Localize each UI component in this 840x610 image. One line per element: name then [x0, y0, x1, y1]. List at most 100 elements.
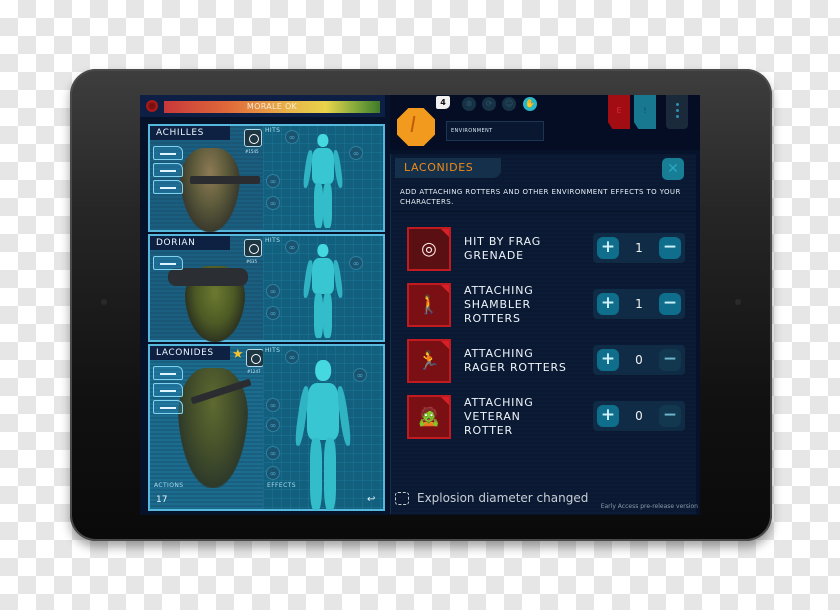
decrement-button[interactable]: −: [659, 293, 681, 315]
actions-label: ACTIONS: [154, 482, 184, 489]
hit-body-diagram: HITS: [263, 126, 383, 230]
effect-slot-icon[interactable]: [266, 196, 280, 210]
increment-button[interactable]: +: [597, 405, 619, 427]
soldier-art: [180, 148, 240, 232]
effect-row-rager-rotters: 🏃 ATTACHING RAGER ROTTERS + 0 −: [391, 337, 697, 385]
effect-label-line: HIT BY FRAG: [464, 235, 542, 248]
decrement-button[interactable]: −: [659, 237, 681, 259]
undo-icon[interactable]: ↩: [367, 495, 377, 505]
perk-heal-icon[interactable]: [244, 239, 262, 257]
hit-slot-icon[interactable]: [285, 240, 299, 254]
hits-label: HITS: [265, 237, 281, 244]
weapon-slot-sniper-rifle[interactable]: [153, 400, 183, 414]
leader-star-icon: ★: [232, 347, 244, 362]
effect-stepper: + 0 −: [593, 345, 685, 375]
end-turn-button[interactable]: [397, 108, 435, 146]
morale-bar: MORALE OK: [164, 101, 380, 113]
increment-button[interactable]: +: [597, 293, 619, 315]
more-menu-button[interactable]: [666, 95, 688, 129]
hit-body-diagram: HITS: [263, 236, 383, 340]
character-portrait: DORIAN #635: [150, 236, 263, 342]
character-card-achilles[interactable]: ACHILLES #1545 HITS: [148, 124, 385, 232]
menu-dot: [676, 115, 679, 118]
hits-label: HITS: [265, 347, 281, 354]
weapon-slot-pistol[interactable]: [153, 383, 183, 397]
perk-id: #1247: [247, 369, 261, 374]
weapon-slot-assault-rifle[interactable]: [153, 163, 183, 177]
effect-slot-icon[interactable]: [266, 418, 280, 432]
shambler-rotter-icon: 🚶: [407, 283, 451, 327]
hand-icon[interactable]: ✋: [523, 97, 537, 111]
weapon-slot-sniper-rifle[interactable]: [153, 180, 183, 194]
rager-rotter-icon: 🏃: [407, 339, 451, 383]
toast-text: Explosion diameter changed: [417, 491, 589, 505]
launcher-art: [168, 268, 248, 286]
character-card-dorian[interactable]: DORIAN #635 HITS: [148, 234, 385, 342]
flag-e-button[interactable]: E: [608, 95, 630, 129]
effects-label: EFFECTS: [267, 482, 296, 489]
effect-label: ATTACHING VETERAN ROTTER: [464, 396, 534, 438]
panel-title: LACONIDES: [395, 158, 501, 178]
perk-id: #1545: [245, 149, 259, 154]
close-button[interactable]: ✕: [662, 158, 684, 180]
action-points-badge: 4: [436, 96, 450, 109]
version-label: Early Access pre-release version: [600, 503, 698, 510]
body-figure: [294, 360, 352, 510]
weapon-slot-pistol[interactable]: [153, 146, 183, 160]
effect-count: 0: [635, 409, 643, 423]
character-name: ACHILLES: [150, 126, 230, 140]
perk-target-icon[interactable]: [244, 129, 262, 147]
weapon-slot-assault-rifle[interactable]: [153, 366, 183, 380]
character-portrait: ACHILLES #1545: [150, 126, 263, 232]
explosion-icon: [395, 492, 409, 505]
effect-label: ATTACHING RAGER ROTTERS: [464, 347, 567, 375]
character-icon[interactable]: ☺: [502, 97, 516, 111]
effect-label-line: GRENADE: [464, 249, 524, 262]
divider: [391, 211, 696, 212]
hit-slot-icon[interactable]: [353, 368, 367, 382]
perk-brain-icon[interactable]: [246, 349, 264, 367]
body-figure: [302, 134, 344, 228]
effect-slot-icon[interactable]: [266, 466, 280, 480]
effect-label-line: ROTTERS: [464, 312, 521, 325]
hit-slot-icon[interactable]: [349, 256, 363, 270]
effect-label-line: ATTACHING: [464, 347, 534, 360]
menu-dot: [676, 109, 679, 112]
effect-stepper: + 1 −: [593, 233, 685, 263]
rifle-art: [190, 176, 260, 184]
character-card-laconides[interactable]: LACONIDES ★ #1247 ACTIONS 17 HITS EFFECT…: [148, 344, 385, 511]
increment-button[interactable]: +: [597, 237, 619, 259]
weapon-slot-pistol[interactable]: [153, 256, 183, 270]
increment-button[interactable]: +: [597, 349, 619, 371]
effect-label-line: VETERAN: [464, 410, 521, 423]
effect-slot-icon[interactable]: [266, 446, 280, 460]
body-figure: [302, 244, 344, 338]
effect-label-line: ATTACHING: [464, 396, 534, 409]
flag-alert-button[interactable]: !: [634, 95, 656, 129]
morale-bar-container: MORALE OK: [140, 95, 385, 117]
refresh-icon[interactable]: ⟳: [482, 97, 496, 111]
character-portrait: LACONIDES ★ #1247 ACTIONS 17: [150, 346, 264, 509]
morale-brain-icon: [146, 100, 158, 112]
effect-label-line: SHAMBLER: [464, 298, 531, 311]
effect-slot-icon[interactable]: [266, 398, 280, 412]
decrement-button[interactable]: −: [659, 405, 681, 427]
sensor-dot: [735, 299, 741, 305]
hit-slot-icon[interactable]: [349, 146, 363, 160]
effect-slot-icon[interactable]: [266, 306, 280, 320]
veteran-rotter-icon: 🧟: [407, 395, 451, 439]
game-screen: MORALE OK ACHILLES #1545 HITS DORIAN: [140, 95, 700, 515]
effect-label: ATTACHING SHAMBLER ROTTERS: [464, 284, 534, 326]
environment-field[interactable]: ENVIRONMENT: [446, 121, 544, 141]
effect-row-shambler-rotters: 🚶 ATTACHING SHAMBLER ROTTERS + 1 −: [391, 281, 697, 329]
effect-label-line: ROTTER: [464, 424, 513, 437]
grenade-icon[interactable]: ⊗: [462, 97, 476, 111]
effect-slot-icon[interactable]: [266, 174, 280, 188]
hit-slot-icon[interactable]: [285, 130, 299, 144]
frag-grenade-icon: ◎: [407, 227, 451, 271]
decrement-button[interactable]: −: [659, 349, 681, 371]
effect-label: HIT BY FRAG GRENADE: [464, 235, 541, 263]
actions-value: 17: [156, 495, 168, 505]
effect-slot-icon[interactable]: [266, 284, 280, 298]
panel-description: ADD ATTACHING ROTTERS AND OTHER ENVIRONM…: [400, 188, 681, 206]
